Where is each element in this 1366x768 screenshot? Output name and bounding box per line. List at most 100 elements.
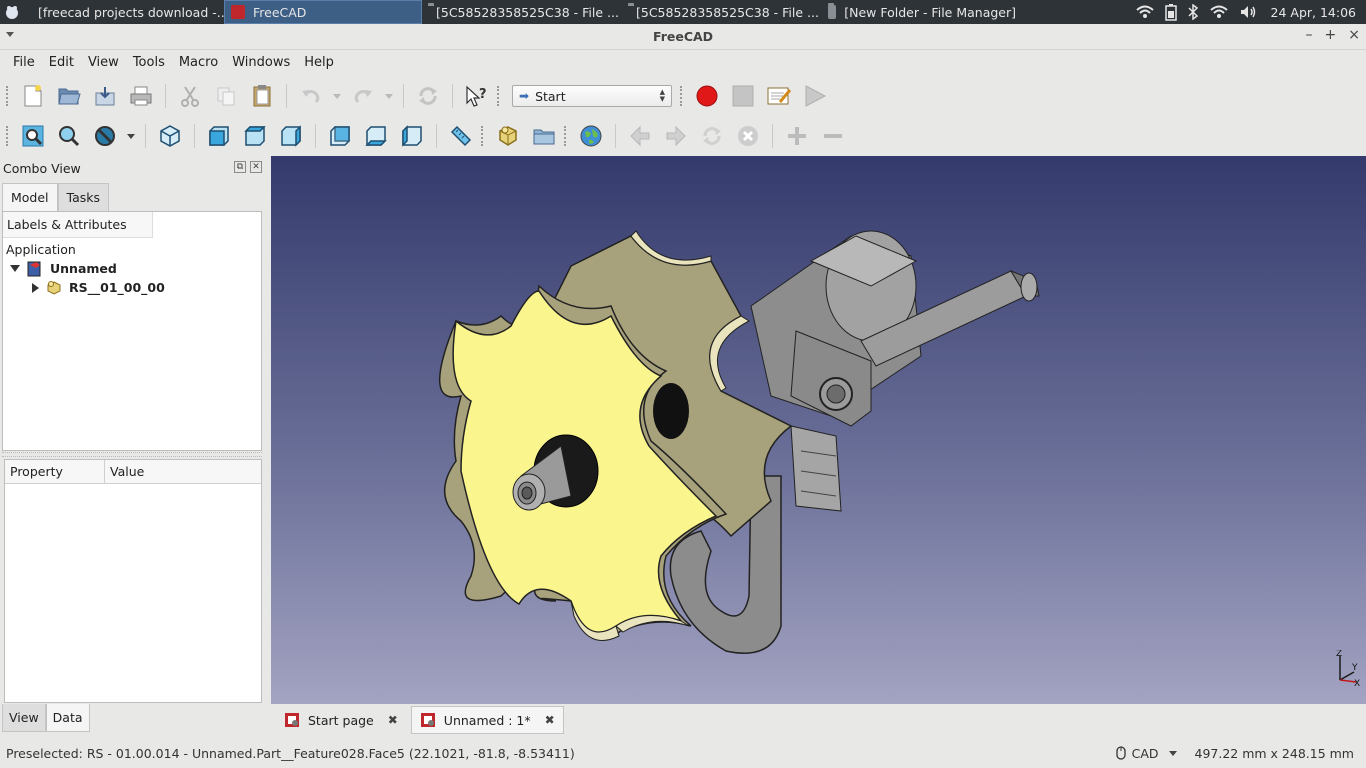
zoom-in-button[interactable] — [782, 121, 812, 151]
right-view-button[interactable] — [276, 121, 306, 151]
menu-edit[interactable]: Edit — [42, 55, 81, 70]
zoom-out-button[interactable] — [818, 121, 848, 151]
volume-icon[interactable] — [1239, 4, 1257, 20]
navigation-style-selector[interactable]: CAD — [1115, 746, 1181, 761]
menu-view[interactable]: View — [81, 55, 126, 70]
minimize-button[interactable]: – — [1306, 27, 1313, 43]
measure-distance-button[interactable] — [446, 121, 476, 151]
toolbar-separator — [615, 124, 616, 148]
undo-button[interactable] — [296, 81, 326, 111]
right-view-icon — [281, 125, 301, 147]
float-panel-button[interactable]: ⧉ — [234, 161, 246, 173]
fit-all-button[interactable] — [18, 121, 48, 151]
web-back-button[interactable] — [625, 121, 655, 151]
maximize-button[interactable]: + — [1325, 27, 1337, 43]
tab-data[interactable]: Data — [45, 704, 90, 732]
toolbar-grip[interactable] — [564, 126, 567, 146]
toolbar-grip[interactable] — [680, 86, 683, 106]
workbench-selector[interactable]: ➡ Start ▲ ▼ — [512, 85, 672, 107]
macro-record-button[interactable] — [692, 81, 722, 111]
redo-button[interactable] — [348, 81, 378, 111]
tab-unnamed-document[interactable]: Unnamed : 1* ✖ — [410, 706, 564, 734]
create-part-button[interactable] — [493, 121, 523, 151]
web-forward-button[interactable] — [661, 121, 691, 151]
tab-view[interactable]: View — [2, 704, 46, 732]
close-tab-icon[interactable]: ✖ — [545, 713, 555, 727]
draw-style-dropdown-icon[interactable] — [127, 133, 135, 139]
taskbar-item-freecad[interactable]: FreeCAD — [224, 0, 422, 24]
front-view-button[interactable] — [204, 121, 234, 151]
axis-x-label: X — [1354, 679, 1360, 686]
tree-item-document[interactable]: Unnamed — [3, 259, 261, 278]
web-refresh-button[interactable] — [697, 121, 727, 151]
top-view-button[interactable] — [240, 121, 270, 151]
freecad-doc-icon — [285, 713, 299, 727]
draw-style-button[interactable] — [90, 121, 120, 151]
refresh-button[interactable] — [413, 81, 443, 111]
tab-label: Start page — [308, 712, 374, 728]
taskbar-item-file-manager-3[interactable]: [New Folder - File Manager] — [822, 0, 1022, 24]
macro-stop-button[interactable] — [728, 81, 758, 111]
cad-model[interactable] — [271, 156, 1366, 704]
front-view-icon — [209, 126, 229, 146]
toolbar-grip[interactable] — [481, 126, 484, 146]
collapse-arrow-icon[interactable] — [32, 282, 39, 293]
close-panel-button[interactable]: ✕ — [250, 161, 262, 173]
menu-tools[interactable]: Tools — [126, 55, 172, 70]
battery-icon[interactable] — [1164, 3, 1177, 21]
undo-dropdown-icon[interactable] — [333, 93, 341, 99]
macro-execute-button[interactable] — [800, 81, 830, 111]
taskbar-item-file-manager-2[interactable]: [5C58528358525C38 - File ... — [622, 0, 822, 24]
fit-selection-icon — [59, 126, 80, 147]
app-menu-button[interactable] — [0, 0, 24, 24]
3d-viewport[interactable]: Z Y X — [271, 156, 1366, 704]
copy-button[interactable] — [211, 81, 241, 111]
toolbar-grip[interactable] — [6, 86, 9, 106]
toolbar-grip[interactable] — [6, 126, 9, 146]
bluetooth-icon[interactable] — [1187, 4, 1199, 20]
property-column-header[interactable]: Property — [5, 460, 105, 483]
window-menu-icon[interactable] — [6, 32, 14, 37]
open-button[interactable] — [54, 81, 84, 111]
tree-item-application[interactable]: Application — [3, 240, 261, 259]
part-icon — [499, 126, 517, 146]
tab-model[interactable]: Model — [2, 183, 58, 211]
cut-button[interactable] — [175, 81, 205, 111]
redo-dropdown-icon[interactable] — [385, 93, 393, 99]
save-button[interactable] — [90, 81, 120, 111]
menu-macro[interactable]: Macro — [172, 55, 225, 70]
wifi-icon[interactable] — [1135, 4, 1155, 20]
rear-view-button[interactable] — [325, 121, 355, 151]
macro-edit-button[interactable] — [764, 81, 794, 111]
document-tabs: Start page ✖ Unnamed : 1* ✖ — [271, 704, 1366, 736]
whats-this-button[interactable]: ? — [462, 81, 492, 111]
panel-splitter[interactable] — [2, 452, 262, 457]
tree-item-part[interactable]: RS__01_00_00 — [3, 278, 261, 297]
taskbar-item-file-manager-1[interactable]: [5C58528358525C38 - File ... — [422, 0, 622, 24]
bottom-view-button[interactable] — [361, 121, 391, 151]
tab-start-page[interactable]: Start page ✖ — [275, 706, 407, 734]
paste-button[interactable] — [247, 81, 277, 111]
web-stop-button[interactable] — [733, 121, 763, 151]
fit-selection-button[interactable] — [54, 121, 84, 151]
print-button[interactable] — [126, 81, 156, 111]
tab-tasks[interactable]: Tasks — [57, 183, 110, 211]
menu-help[interactable]: Help — [297, 55, 341, 70]
isometric-view-button[interactable] — [155, 121, 185, 151]
menu-file[interactable]: File — [6, 55, 42, 70]
menu-windows[interactable]: Windows — [225, 55, 297, 70]
clock[interactable]: 24 Apr, 14:06 — [1271, 5, 1356, 20]
create-group-button[interactable] — [529, 121, 559, 151]
value-column-header[interactable]: Value — [105, 460, 144, 483]
network-icon[interactable] — [1209, 4, 1229, 20]
close-button[interactable]: × — [1348, 27, 1360, 43]
close-tab-icon[interactable]: ✖ — [388, 713, 398, 727]
new-document-button[interactable] — [18, 81, 48, 111]
left-view-button[interactable] — [397, 121, 427, 151]
taskbar-item-browser[interactable]: [freecad projects download -... — [24, 0, 224, 24]
toolbar-grip[interactable] — [497, 86, 500, 106]
tree-column-header[interactable]: Labels & Attributes — [3, 212, 153, 238]
redo-icon — [354, 90, 372, 104]
expand-arrow-icon[interactable] — [10, 265, 20, 272]
web-start-button[interactable] — [576, 121, 606, 151]
